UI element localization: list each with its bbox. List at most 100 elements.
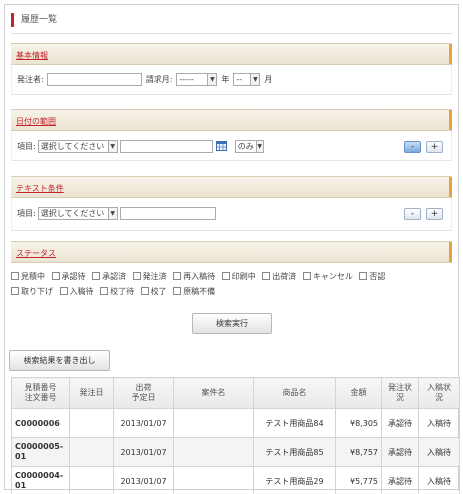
chevron-down-icon: ▼	[250, 74, 260, 85]
checkbox[interactable]	[173, 287, 182, 295]
upload-status-link[interactable]: 入稿待	[418, 408, 460, 438]
date-mode-select[interactable]: のみ ▼	[234, 140, 264, 153]
ship-date-cell: 2013/01/07	[113, 408, 174, 438]
checkbox[interactable]	[221, 272, 230, 280]
status-option[interactable]: 校了待	[100, 287, 134, 296]
amount-cell: ¥5,775	[335, 466, 382, 494]
project-cell	[173, 437, 254, 467]
text-item-select[interactable]: 選択してください ▼	[37, 207, 118, 220]
status-option[interactable]: 見積中	[11, 272, 45, 281]
checkbox[interactable]	[11, 272, 19, 280]
status-options-line-1: 見積中 承認待 承認済 発注済 再入稿待 印刷中 出荷済 キャンセル 否認	[11, 271, 389, 282]
date-item-label: 項目:	[17, 142, 36, 151]
title-divider	[11, 33, 452, 34]
checkbox[interactable]	[302, 272, 311, 280]
date-mode-value: のみ	[237, 142, 254, 151]
chevron-down-icon: ▼	[207, 74, 217, 85]
status-heading[interactable]: ステータス	[16, 248, 56, 259]
export-results-button[interactable]: 検索結果を書き出し	[9, 350, 110, 371]
date-add-button[interactable]: +	[426, 141, 443, 153]
status-option[interactable]: 承認待	[51, 272, 86, 281]
billing-month-select[interactable]: -- ▼	[233, 73, 261, 86]
order-number-link[interactable]: C0000006	[11, 408, 70, 438]
text-item-select-value: 選択してください	[40, 209, 105, 218]
upload-status-link[interactable]: 入稿待	[418, 466, 460, 494]
order-date-cell	[69, 408, 114, 438]
billing-month-value: --	[236, 75, 243, 84]
billing-month-label: 請求月:	[145, 75, 173, 84]
checkbox[interactable]	[173, 272, 182, 280]
basic-info-body: 発注者: 請求月: ----- ▼ 年 -- ▼ 月	[11, 65, 452, 95]
date-item-select[interactable]: 選択してください ▼	[37, 140, 118, 153]
status-option[interactable]: キャンセル	[302, 272, 353, 281]
product-cell: テスト用商品29	[253, 466, 336, 494]
status-option[interactable]: 発注済	[132, 272, 167, 281]
status-option[interactable]: 承認済	[92, 272, 126, 281]
main-panel: 履歴一覧 基本情報 発注者: 請求月: ----- ▼ 年 -- ▼ 月 日付の…	[4, 4, 460, 494]
checkbox[interactable]	[359, 272, 368, 280]
chevron-down-icon: ▼	[107, 141, 117, 152]
col-header-number[interactable]: 見積番号 注文番号	[11, 377, 70, 409]
search-button[interactable]: 検索実行	[192, 313, 272, 334]
basic-info-heading[interactable]: 基本情報	[16, 50, 48, 61]
status-option[interactable]: 取り下げ	[11, 287, 53, 296]
text-condition-input[interactable]	[119, 207, 216, 220]
status-option[interactable]: 入稿待	[59, 287, 94, 296]
product-cell: テスト用商品85	[253, 437, 336, 467]
status-option[interactable]: 校了	[140, 287, 167, 296]
col-header-amount[interactable]: 金額	[335, 377, 382, 409]
billing-year-select[interactable]: ----- ▼	[176, 73, 218, 86]
checkbox[interactable]	[59, 287, 68, 295]
results-table: 見積番号 注文番号 発注日 出荷 予定日 案件名 商品名 金額 発注状 況 入稿…	[11, 377, 460, 494]
table-row[interactable]: C0000005-01 2013/01/07 テスト用商品85 ¥8,757 承…	[11, 437, 460, 467]
date-item-select-value: 選択してください	[40, 142, 105, 151]
date-range-heading[interactable]: 日付の範囲	[16, 116, 56, 127]
text-item-label: 項目:	[17, 209, 36, 218]
status-option[interactable]: 原稿不備	[173, 287, 215, 296]
text-condition-header: テキスト条件	[11, 176, 452, 198]
status-option[interactable]: 否認	[359, 272, 385, 281]
basic-info-header: 基本情報	[11, 43, 452, 65]
checkbox[interactable]	[11, 287, 19, 295]
status-option[interactable]: 印刷中	[221, 272, 256, 281]
status-header: ステータス	[11, 241, 452, 263]
text-add-button[interactable]: +	[426, 208, 443, 220]
upload-status-link[interactable]: 入稿待	[418, 437, 460, 467]
checkbox[interactable]	[140, 287, 149, 295]
col-header-order-status[interactable]: 発注状 況	[381, 377, 419, 409]
col-header-product[interactable]: 商品名	[253, 377, 336, 409]
order-status-cell: 承認待	[381, 408, 419, 438]
order-status-cell: 承認待	[381, 466, 419, 494]
text-remove-button[interactable]: -	[404, 208, 421, 220]
ship-date-cell: 2013/01/07	[113, 466, 174, 494]
order-number-link[interactable]: C0000005-01	[11, 437, 70, 467]
project-cell	[173, 408, 254, 438]
order-date-cell	[69, 466, 114, 494]
date-input[interactable]	[119, 140, 213, 153]
checkbox[interactable]	[132, 272, 141, 280]
order-status-cell: 承認待	[381, 437, 419, 467]
text-condition-heading[interactable]: テキスト条件	[16, 183, 64, 194]
status-option[interactable]: 再入稿待	[173, 272, 215, 281]
col-header-upload-status[interactable]: 入稿状 況	[418, 377, 460, 409]
order-number-link[interactable]: C0000004-01	[11, 466, 70, 494]
orderer-input[interactable]	[46, 73, 142, 86]
amount-cell: ¥8,305	[335, 408, 382, 438]
checkbox[interactable]	[262, 272, 271, 280]
status-option[interactable]: 出荷済	[262, 272, 296, 281]
col-header-project[interactable]: 案件名	[173, 377, 254, 409]
orderer-label: 発注者:	[17, 75, 44, 84]
table-row[interactable]: C0000004-01 2013/01/07 テスト用商品29 ¥5,775 承…	[11, 466, 460, 494]
date-range-body: 項目: 選択してください ▼ のみ ▼ - +	[11, 131, 452, 161]
checkbox[interactable]	[51, 272, 60, 280]
checkbox[interactable]	[100, 287, 109, 295]
chevron-down-icon: ▼	[107, 208, 117, 219]
calendar-icon[interactable]	[215, 140, 227, 153]
checkbox[interactable]	[92, 272, 101, 280]
product-cell: テスト用商品84	[253, 408, 336, 438]
date-remove-button[interactable]: -	[404, 141, 421, 153]
col-header-ship-date[interactable]: 出荷 予定日	[113, 377, 174, 409]
order-date-cell	[69, 437, 114, 467]
table-row[interactable]: C0000006 2013/01/07 テスト用商品84 ¥8,305 承認待 …	[11, 408, 460, 438]
col-header-order-date[interactable]: 発注日	[69, 377, 114, 409]
